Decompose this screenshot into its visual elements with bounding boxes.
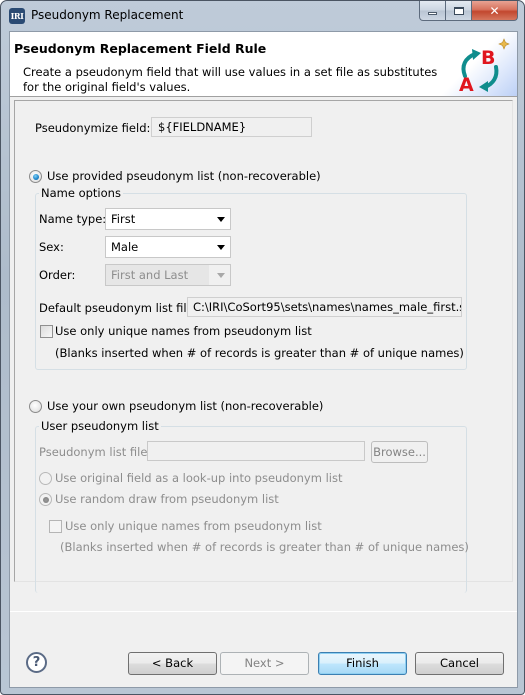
lookup-radio-label[interactable]: Use original field as a look-up into pse… <box>55 471 342 485</box>
own-list-radio[interactable] <box>29 400 42 413</box>
finish-button[interactable]: Finish <box>318 652 407 675</box>
order-select[interactable]: First and Last <box>105 264 231 286</box>
name-type-select[interactable]: First <box>105 208 231 230</box>
default-file-input[interactable]: C:\IRI\CoSort95\sets\names\names_male_fi… <box>187 297 462 317</box>
chevron-down-icon <box>217 217 225 222</box>
name-type-value: First <box>111 212 136 226</box>
name-type-label: Name type: <box>39 212 107 226</box>
user-pseudonym-list-title: User pseudonym list <box>39 419 161 433</box>
provided-unique-note: (Blanks inserted when # of records is gr… <box>55 346 464 360</box>
pseudonymize-field-input[interactable]: ${FIELDNAME} <box>151 117 312 137</box>
random-draw-radio-label[interactable]: Use random draw from pseudonym list <box>55 492 279 506</box>
minimize-button[interactable] <box>419 1 446 21</box>
letter-a: A <box>459 74 474 96</box>
order-label: Order: <box>39 268 76 282</box>
dialog-client-area: Pseudonym Replacement Field Rule Create … <box>9 31 518 688</box>
sex-value: Male <box>111 240 139 254</box>
close-icon: ✕ <box>489 3 500 18</box>
minimize-icon <box>428 12 437 15</box>
page-description: Create a pseudonym field that will use v… <box>23 65 438 94</box>
title-bar[interactable]: IRI Pseudonym Replacement ✕ <box>1 1 524 31</box>
default-file-label: Default pseudonym list file: <box>39 301 198 315</box>
order-value: First and Last <box>111 268 189 282</box>
maximize-icon <box>453 6 464 15</box>
lookup-radio[interactable] <box>39 472 52 485</box>
letter-b: B <box>481 47 495 69</box>
pseudonym-file-input[interactable] <box>147 441 365 461</box>
next-button[interactable]: Next > <box>220 652 309 675</box>
iri-app-icon: IRI <box>9 8 25 24</box>
wizard-page-content: Pseudonymize field: ${FIELDNAME} Use pro… <box>14 100 513 593</box>
sex-select[interactable]: Male <box>105 236 231 258</box>
provided-list-radio[interactable] <box>29 170 42 183</box>
page-title: Pseudonym Replacement Field Rule <box>14 41 267 56</box>
provided-unique-checkbox[interactable] <box>40 325 53 338</box>
window-controls: ✕ <box>419 1 518 21</box>
browse-button[interactable]: Browse... <box>371 441 428 463</box>
pseudonymize-field-label: Pseudonymize field: <box>35 121 151 135</box>
help-icon[interactable]: ? <box>26 652 47 673</box>
swap-ab-icon: B A <box>459 38 510 96</box>
sex-label: Sex: <box>39 240 64 254</box>
own-list-radio-label[interactable]: Use your own pseudonym list (non-recover… <box>47 399 323 413</box>
provided-unique-checkbox-label[interactable]: Use only unique names from pseudonym lis… <box>55 324 312 338</box>
close-button[interactable]: ✕ <box>472 1 518 21</box>
chevron-down-icon <box>217 245 225 250</box>
footer-separator <box>10 611 517 612</box>
cancel-button[interactable]: Cancel <box>415 652 504 675</box>
own-unique-note: (Blanks inserted when # of records is gr… <box>60 540 469 554</box>
back-button[interactable]: < Back <box>128 652 217 675</box>
maximize-button[interactable] <box>446 1 472 21</box>
provided-list-radio-label[interactable]: Use provided pseudonym list (non-recover… <box>47 169 321 183</box>
pseudonym-file-label: Pseudonym list file: <box>39 445 152 459</box>
dialog-window: IRI Pseudonym Replacement ✕ Pseudonym Re… <box>0 0 525 695</box>
wizard-banner-image: B A <box>441 32 517 96</box>
window-title: Pseudonym Replacement <box>31 8 184 22</box>
wizard-header: Pseudonym Replacement Field Rule Create … <box>10 32 517 97</box>
name-options-title: Name options <box>39 186 123 200</box>
own-unique-checkbox[interactable] <box>49 520 62 533</box>
random-draw-radio[interactable] <box>39 493 52 506</box>
own-unique-checkbox-label[interactable]: Use only unique names from pseudonym lis… <box>65 519 322 533</box>
chevron-down-icon <box>217 273 225 278</box>
